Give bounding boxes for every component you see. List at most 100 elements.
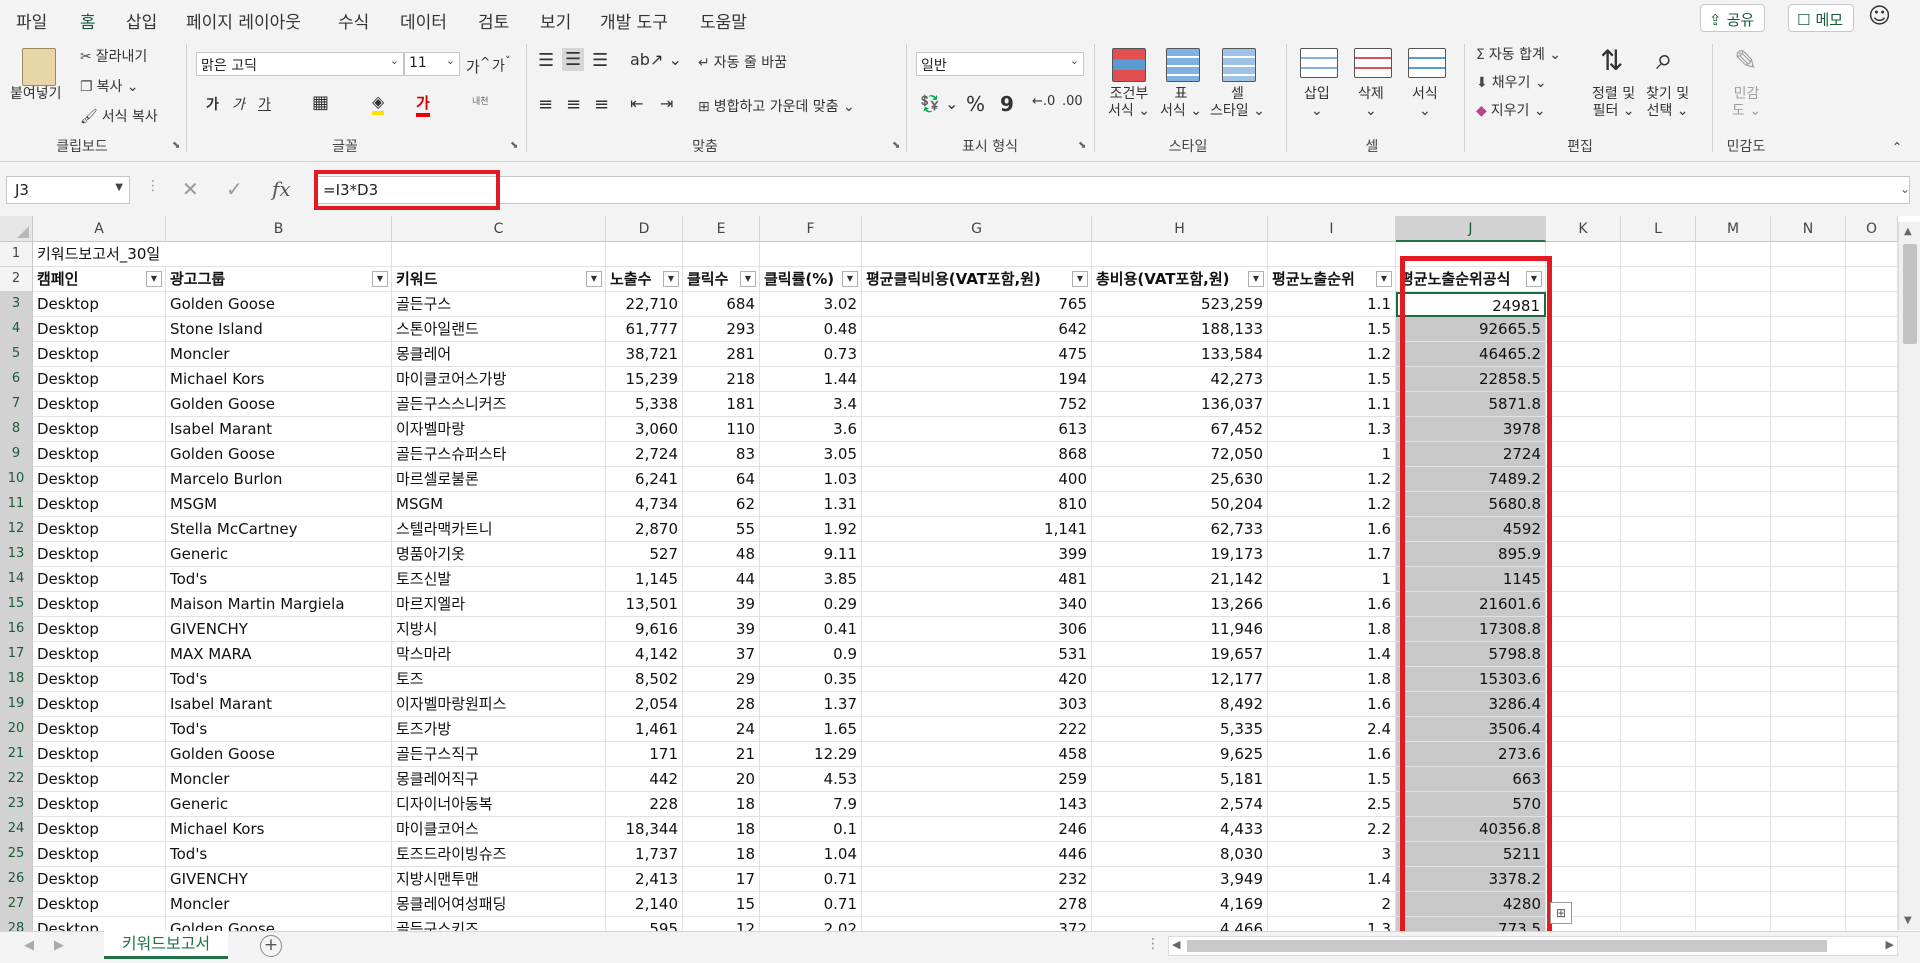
data-cell[interactable]: 613 <box>862 417 1092 442</box>
row-header[interactable]: 18 <box>0 667 33 692</box>
align-top-icon[interactable]: ☰ <box>538 50 554 71</box>
data-cell[interactable]: 39 <box>683 617 760 642</box>
data-cell[interactable]: 46465.2 <box>1396 342 1546 367</box>
data-cell[interactable]: 8,492 <box>1092 692 1268 717</box>
filter-dropdown-icon[interactable]: ▼ <box>372 271 388 287</box>
filter-dropdown-icon[interactable]: ▼ <box>842 271 858 287</box>
data-cell[interactable]: 0.71 <box>760 867 862 892</box>
data-cell[interactable]: 1145 <box>1396 567 1546 592</box>
fill-button[interactable]: ⬇ 채우기 ⌄ <box>1476 72 1547 92</box>
data-cell[interactable]: Golden Goose <box>166 742 392 767</box>
scroll-left-icon[interactable]: ◀ <box>1172 938 1180 951</box>
data-cell[interactable]: Isabel Marant <box>166 417 392 442</box>
empty-cell[interactable] <box>1546 792 1621 817</box>
empty-cell[interactable] <box>1621 492 1696 517</box>
empty-cell[interactable] <box>1846 867 1898 892</box>
horizontal-scrollbar[interactable]: ◀ ▶ <box>1168 936 1898 956</box>
data-cell[interactable]: 6,241 <box>606 467 683 492</box>
share-button[interactable]: ⇪ 공유 <box>1700 4 1766 32</box>
data-cell[interactable]: 64 <box>683 467 760 492</box>
decrease-decimal-icon[interactable]: .00 <box>1062 94 1083 109</box>
format-painter-button[interactable]: 🖌 서식 복사 <box>80 106 158 126</box>
filter-dropdown-icon[interactable]: ▼ <box>1376 271 1392 287</box>
data-cell[interactable]: 3.4 <box>760 392 862 417</box>
data-cell[interactable]: 1 <box>1268 442 1396 467</box>
empty-cell[interactable] <box>1621 392 1696 417</box>
data-cell[interactable]: Golden Goose <box>166 442 392 467</box>
empty-cell[interactable] <box>1846 342 1898 367</box>
menu-tab-3[interactable]: 페이지 레이아웃 <box>186 8 301 33</box>
data-cell[interactable]: 171 <box>606 742 683 767</box>
empty-cell[interactable] <box>1696 792 1771 817</box>
menu-tab-0[interactable]: 파일 <box>16 8 47 33</box>
empty-cell[interactable] <box>1771 692 1846 717</box>
row-header[interactable]: 5 <box>0 342 33 367</box>
column-header-o[interactable]: O <box>1846 216 1898 242</box>
column-header-i[interactable]: I <box>1268 216 1396 242</box>
data-cell[interactable]: 5871.8 <box>1396 392 1546 417</box>
row-header[interactable]: 9 <box>0 442 33 467</box>
data-cell[interactable]: MSGM <box>166 492 392 517</box>
data-cell[interactable]: 1,141 <box>862 517 1092 542</box>
data-cell[interactable]: 0.35 <box>760 667 862 692</box>
row-header[interactable]: 11 <box>0 492 33 517</box>
data-cell[interactable]: Desktop <box>33 517 166 542</box>
data-cell[interactable]: 13,501 <box>606 592 683 617</box>
sheet-title-cell[interactable]: 키워드보고서_30일 <box>33 242 166 267</box>
data-cell[interactable]: 22,710 <box>606 292 683 317</box>
empty-cell[interactable] <box>1621 617 1696 642</box>
empty-cell[interactable] <box>1771 867 1846 892</box>
empty-cell[interactable] <box>1846 767 1898 792</box>
column-header-k[interactable]: K <box>1546 216 1621 242</box>
row-header[interactable]: 3 <box>0 292 33 317</box>
decrease-font-icon[interactable]: 가ˇ <box>492 54 511 76</box>
row-header[interactable]: 15 <box>0 592 33 617</box>
data-cell[interactable]: 1.92 <box>760 517 862 542</box>
data-cell[interactable]: 1.03 <box>760 467 862 492</box>
empty-cell[interactable] <box>1696 442 1771 467</box>
empty-cell[interactable] <box>392 242 606 267</box>
data-cell[interactable]: 4.53 <box>760 767 862 792</box>
empty-cell[interactable] <box>1846 592 1898 617</box>
data-cell[interactable]: 1.31 <box>760 492 862 517</box>
data-cell[interactable]: 토즈신발 <box>392 567 606 592</box>
data-cell[interactable]: 2724 <box>1396 442 1546 467</box>
data-cell[interactable]: 136,037 <box>1092 392 1268 417</box>
empty-cell[interactable] <box>1846 567 1898 592</box>
data-cell[interactable]: 1,145 <box>606 567 683 592</box>
data-cell[interactable]: 토즈 <box>392 667 606 692</box>
menu-tab-2[interactable]: 삽입 <box>126 8 157 33</box>
data-cell[interactable]: Desktop <box>33 917 166 931</box>
row-header[interactable]: 10 <box>0 467 33 492</box>
data-cell[interactable]: 4280 <box>1396 892 1546 917</box>
data-cell[interactable]: 1.65 <box>760 717 862 742</box>
empty-cell[interactable] <box>1546 767 1621 792</box>
empty-cell[interactable] <box>1546 817 1621 842</box>
menu-tab-7[interactable]: 보기 <box>540 8 571 33</box>
empty-cell[interactable] <box>1771 917 1846 931</box>
empty-cell[interactable] <box>1846 317 1898 342</box>
row-header[interactable]: 8 <box>0 417 33 442</box>
row-header[interactable]: 1 <box>0 242 33 267</box>
data-cell[interactable]: 133,584 <box>1092 342 1268 367</box>
collapse-ribbon-icon[interactable]: ⌃ <box>1892 140 1902 154</box>
empty-cell[interactable] <box>1771 742 1846 767</box>
filter-dropdown-icon[interactable]: ▼ <box>1072 271 1088 287</box>
data-cell[interactable]: 42,273 <box>1092 367 1268 392</box>
scroll-down-icon[interactable]: ▼ <box>1904 915 1912 926</box>
wrap-text-button[interactable]: ↵ 자동 줄 바꿈 <box>698 52 787 72</box>
empty-cell[interactable] <box>1621 767 1696 792</box>
data-cell[interactable]: 4,142 <box>606 642 683 667</box>
data-cell[interactable]: 13,266 <box>1092 592 1268 617</box>
empty-cell[interactable] <box>1846 367 1898 392</box>
empty-cell[interactable] <box>1696 742 1771 767</box>
row-header[interactable]: 20 <box>0 717 33 742</box>
data-cell[interactable]: Golden Goose <box>166 392 392 417</box>
data-cell[interactable]: Desktop <box>33 592 166 617</box>
empty-cell[interactable] <box>1546 467 1621 492</box>
menu-tab-4[interactable]: 수식 <box>338 8 369 33</box>
empty-cell[interactable] <box>1546 492 1621 517</box>
column-header-d[interactable]: D <box>606 216 683 242</box>
conditional-format-button[interactable]: 조건부 서식 ⌄ <box>1108 86 1150 120</box>
scroll-thumb[interactable] <box>1187 940 1827 952</box>
